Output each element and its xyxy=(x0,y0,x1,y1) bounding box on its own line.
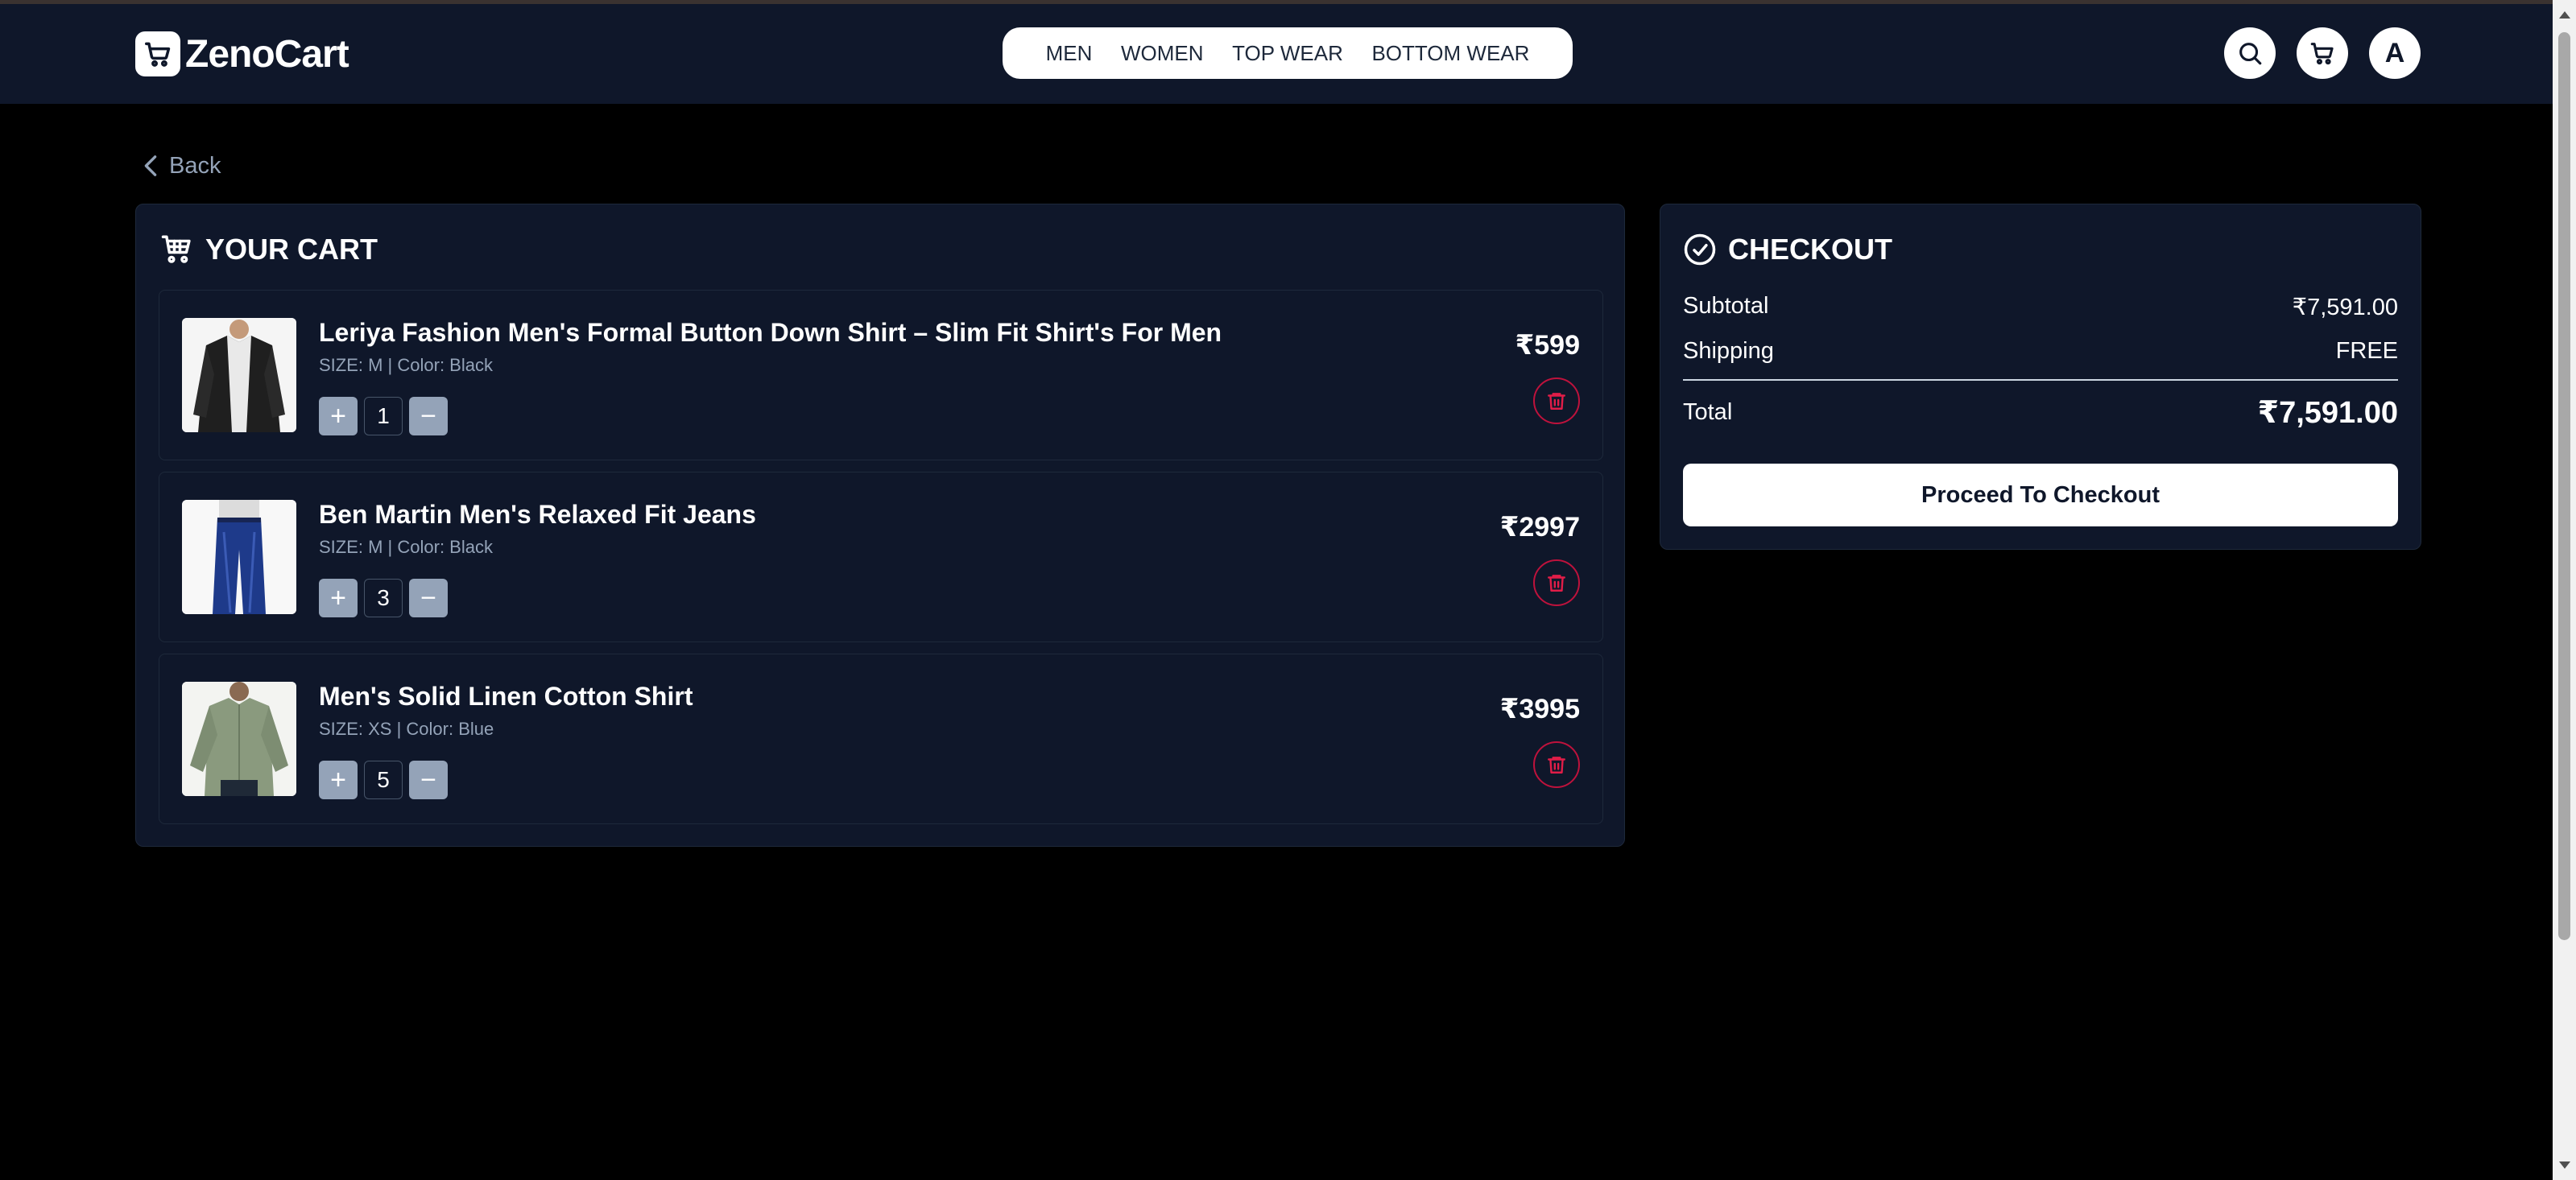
logo-cart-icon xyxy=(135,31,180,76)
total-row: Total ₹7,591.00 xyxy=(1683,394,2398,431)
shipping-value: FREE xyxy=(2335,338,2398,364)
trash-icon xyxy=(1548,393,1565,410)
quantity-value: 5 xyxy=(364,761,403,799)
chevron-left-icon xyxy=(144,155,157,176)
checkout-panel: CHECKOUT Subtotal ₹7,591.00 Shipping FRE… xyxy=(1660,204,2421,550)
shipping-label: Shipping xyxy=(1683,338,1774,364)
nav-top-wear[interactable]: TOP WEAR xyxy=(1232,41,1343,66)
quantity-stepper: + 5 − xyxy=(319,761,448,799)
user-avatar-button[interactable]: A xyxy=(2369,27,2421,79)
nav-men[interactable]: MEN xyxy=(1046,41,1093,66)
scroll-up-arrow-icon[interactable] xyxy=(2559,11,2570,19)
item-meta: SIZE: M | Color: Black xyxy=(319,537,493,557)
remove-item-button[interactable] xyxy=(1533,741,1580,788)
trash-icon xyxy=(1548,575,1565,592)
item-name: Leriya Fashion Men's Formal Button Down … xyxy=(319,318,1222,347)
proceed-to-checkout-button[interactable]: Proceed To Checkout xyxy=(1683,464,2398,526)
back-label: Back xyxy=(169,152,221,179)
page-scrollbar[interactable] xyxy=(2553,0,2576,1180)
product-image-black-shirt[interactable] xyxy=(182,318,296,432)
item-price: ₹2997 xyxy=(1499,512,1580,543)
search-button[interactable] xyxy=(2224,27,2276,79)
cart-title-text: YOUR CART xyxy=(205,233,378,266)
shipping-row: Shipping FREE xyxy=(1683,338,2398,365)
site-header: ZenoCart MEN WOMEN TOP WEAR BOTTOM WEAR … xyxy=(0,4,2553,104)
increase-qty-button[interactable]: + xyxy=(319,761,358,799)
cart-item: Leriya Fashion Men's Formal Button Down … xyxy=(159,290,1603,460)
back-link[interactable]: Back xyxy=(143,150,221,182)
cart-item: Ben Martin Men's Relaxed Fit Jeans SIZE:… xyxy=(159,472,1603,642)
cart-item: Men's Solid Linen Cotton Shirt SIZE: XS … xyxy=(159,654,1603,824)
summary-divider xyxy=(1683,379,2398,381)
nav-bottom-wear[interactable]: BOTTOM WEAR xyxy=(1371,41,1529,66)
subtotal-value: ₹7,591.00 xyxy=(2292,295,2398,320)
subtotal-label: Subtotal xyxy=(1683,293,1769,319)
trash-icon xyxy=(1548,757,1565,774)
quantity-value: 1 xyxy=(364,397,403,435)
item-meta: SIZE: XS | Color: Blue xyxy=(319,719,494,739)
brand-logo[interactable]: ZenoCart xyxy=(135,29,349,79)
item-meta: SIZE: M | Color: Black xyxy=(319,355,493,375)
cart-panel: YOUR CART Leriya Fashion Men's Formal Bu… xyxy=(135,204,1625,847)
decrease-qty-button[interactable]: − xyxy=(409,761,448,799)
shopping-cart-icon xyxy=(161,235,191,263)
increase-qty-button[interactable]: + xyxy=(319,579,358,617)
subtotal-row: Subtotal ₹7,591.00 xyxy=(1683,293,2398,321)
total-label: Total xyxy=(1683,399,1733,425)
remove-item-button[interactable] xyxy=(1533,559,1580,606)
nav-women[interactable]: WOMEN xyxy=(1121,41,1204,66)
checkout-title: CHECKOUT xyxy=(1683,229,1892,270)
decrease-qty-button[interactable]: − xyxy=(409,579,448,617)
quantity-stepper: + 3 − xyxy=(319,579,448,617)
item-price: ₹3995 xyxy=(1499,694,1580,724)
main-nav: MEN WOMEN TOP WEAR BOTTOM WEAR xyxy=(1003,27,1573,79)
cart-icon xyxy=(2310,43,2334,65)
item-name: Ben Martin Men's Relaxed Fit Jeans xyxy=(319,500,756,529)
brand-name: ZenoCart xyxy=(185,32,349,76)
product-image-jeans[interactable] xyxy=(182,500,296,614)
scroll-down-arrow-icon[interactable] xyxy=(2559,1161,2570,1169)
decrease-qty-button[interactable]: − xyxy=(409,397,448,435)
checkout-title-text: CHECKOUT xyxy=(1728,233,1892,266)
item-price: ₹599 xyxy=(1515,330,1580,361)
check-circle-icon xyxy=(1684,233,1716,266)
scrollbar-thumb[interactable] xyxy=(2558,32,2570,940)
cart-button[interactable] xyxy=(2297,27,2348,79)
product-image-linen-shirt[interactable] xyxy=(182,682,296,796)
item-name: Men's Solid Linen Cotton Shirt xyxy=(319,682,693,711)
cart-title: YOUR CART xyxy=(160,229,378,270)
quantity-stepper: + 1 − xyxy=(319,397,448,435)
search-icon xyxy=(2239,43,2262,65)
remove-item-button[interactable] xyxy=(1533,378,1580,424)
increase-qty-button[interactable]: + xyxy=(319,397,358,435)
quantity-value: 3 xyxy=(364,579,403,617)
total-value: ₹7,591.00 xyxy=(2257,396,2398,430)
